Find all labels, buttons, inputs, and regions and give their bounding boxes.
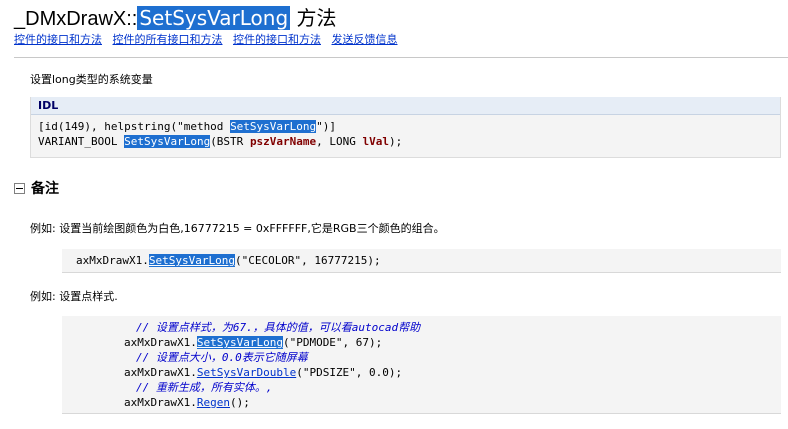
idl-line-2: VARIANT_BOOL SetSysVarLong(BSTR pszVarNa… xyxy=(38,134,780,149)
idl-open-paren: (BSTR xyxy=(210,135,250,148)
code-line1-prefix: axMxDrawX1. xyxy=(124,336,197,349)
code-line3-args: (); xyxy=(229,396,250,409)
code-line: axMxDrawX1.SetSysVarLong("PDMODE", 67); xyxy=(62,335,781,350)
code-comment-line: // 设置点大小，0.0表示它随屏幕 xyxy=(62,350,781,365)
idl-line-1: [id(149), helpstring("method SetSysVarLo… xyxy=(38,119,780,134)
idl-mid: , LONG xyxy=(316,135,363,148)
title-suffix: 方法 xyxy=(290,6,337,30)
idl-code: [id(149), helpstring("method SetSysVarLo… xyxy=(31,115,780,149)
code-line: axMxDrawX1.Regen(); xyxy=(62,395,781,410)
code-line3-prefix: axMxDrawX1. xyxy=(124,396,197,409)
code-comment-line: // 设置点样式，为67.，具体的值，可以看autocad帮助 xyxy=(62,320,781,335)
idl-return-type: VARIANT_BOOL xyxy=(38,135,125,148)
example1-description: 例如: 设置当前绘图颜色为白色,16777215 = 0xFFFFFF,它是RG… xyxy=(30,222,445,235)
method-summary: 设置long类型的系统变量 xyxy=(30,73,153,86)
nav-links: 控件的接口和方法 控件的所有接口和方法 控件的接口和方法 发送反馈信息 xyxy=(14,31,405,47)
idl-close: ); xyxy=(389,135,403,148)
remarks-title: 备注 xyxy=(31,181,59,197)
idl-method-name: SetSysVarLong xyxy=(124,135,211,148)
nav-link-interface-methods-2[interactable]: 控件的接口和方法 xyxy=(233,33,321,46)
idl-line1-highlight: SetSysVarLong xyxy=(230,120,317,133)
title-method-name: SetSysVarLong xyxy=(137,6,291,30)
example1-prefix: axMxDrawX1. xyxy=(76,254,149,267)
header-divider xyxy=(14,57,788,58)
code-line3-method-link[interactable]: Regen xyxy=(197,396,230,409)
example1-code-block: axMxDrawX1.SetSysVarLong("CECOLOR", 1677… xyxy=(62,249,781,273)
nav-link-interface-methods[interactable]: 控件的接口和方法 xyxy=(14,33,102,46)
code-comment-1: // 设置点样式，为67.，具体的值，可以看autocad帮助 xyxy=(136,321,421,334)
code-comment-3: // 重新生成，所有实体。, xyxy=(136,381,273,394)
code-line2-args: ("PDSIZE", 0.0); xyxy=(296,366,403,379)
page-title: _DMxDrawX:: SetSysVarLong 方法 xyxy=(14,2,337,31)
code-line1-method-link[interactable]: SetSysVarLong xyxy=(196,336,283,349)
code-line1-args: ("PDMODE", 67); xyxy=(282,336,383,349)
code-comment-line: // 重新生成，所有实体。, xyxy=(62,380,781,395)
idl-param-2: lVal xyxy=(362,135,390,148)
example1-args: ("CECOLOR", 16777215); xyxy=(234,254,381,267)
nav-link-send-feedback[interactable]: 发送反馈信息 xyxy=(332,33,398,46)
title-class-name: _DMxDrawX:: xyxy=(14,8,138,30)
idl-param-1: pszVarName xyxy=(249,135,317,148)
idl-heading: IDL xyxy=(31,97,780,115)
nav-link-all-interface-methods[interactable]: 控件的所有接口和方法 xyxy=(113,33,223,46)
example1-method-link[interactable]: SetSysVarLong xyxy=(148,254,235,267)
code-comment-2: // 设置点大小，0.0表示它随屏幕 xyxy=(136,351,308,364)
collapse-icon[interactable] xyxy=(14,183,25,194)
idl-block: IDL [id(149), helpstring("method SetSysV… xyxy=(30,97,781,158)
code-line2-prefix: axMxDrawX1. xyxy=(124,366,197,379)
example2-code-block: // 设置点样式，为67.，具体的值，可以看autocad帮助 axMxDraw… xyxy=(62,316,781,414)
code-line: axMxDrawX1.SetSysVarDouble("PDSIZE", 0.0… xyxy=(62,365,781,380)
idl-line1-prefix: [id(149), helpstring("method xyxy=(38,120,231,133)
code-line2-method-link[interactable]: SetSysVarDouble xyxy=(197,366,296,379)
example2-description: 例如: 设置点样式. xyxy=(30,290,118,303)
idl-line1-suffix: ")] xyxy=(316,120,337,133)
